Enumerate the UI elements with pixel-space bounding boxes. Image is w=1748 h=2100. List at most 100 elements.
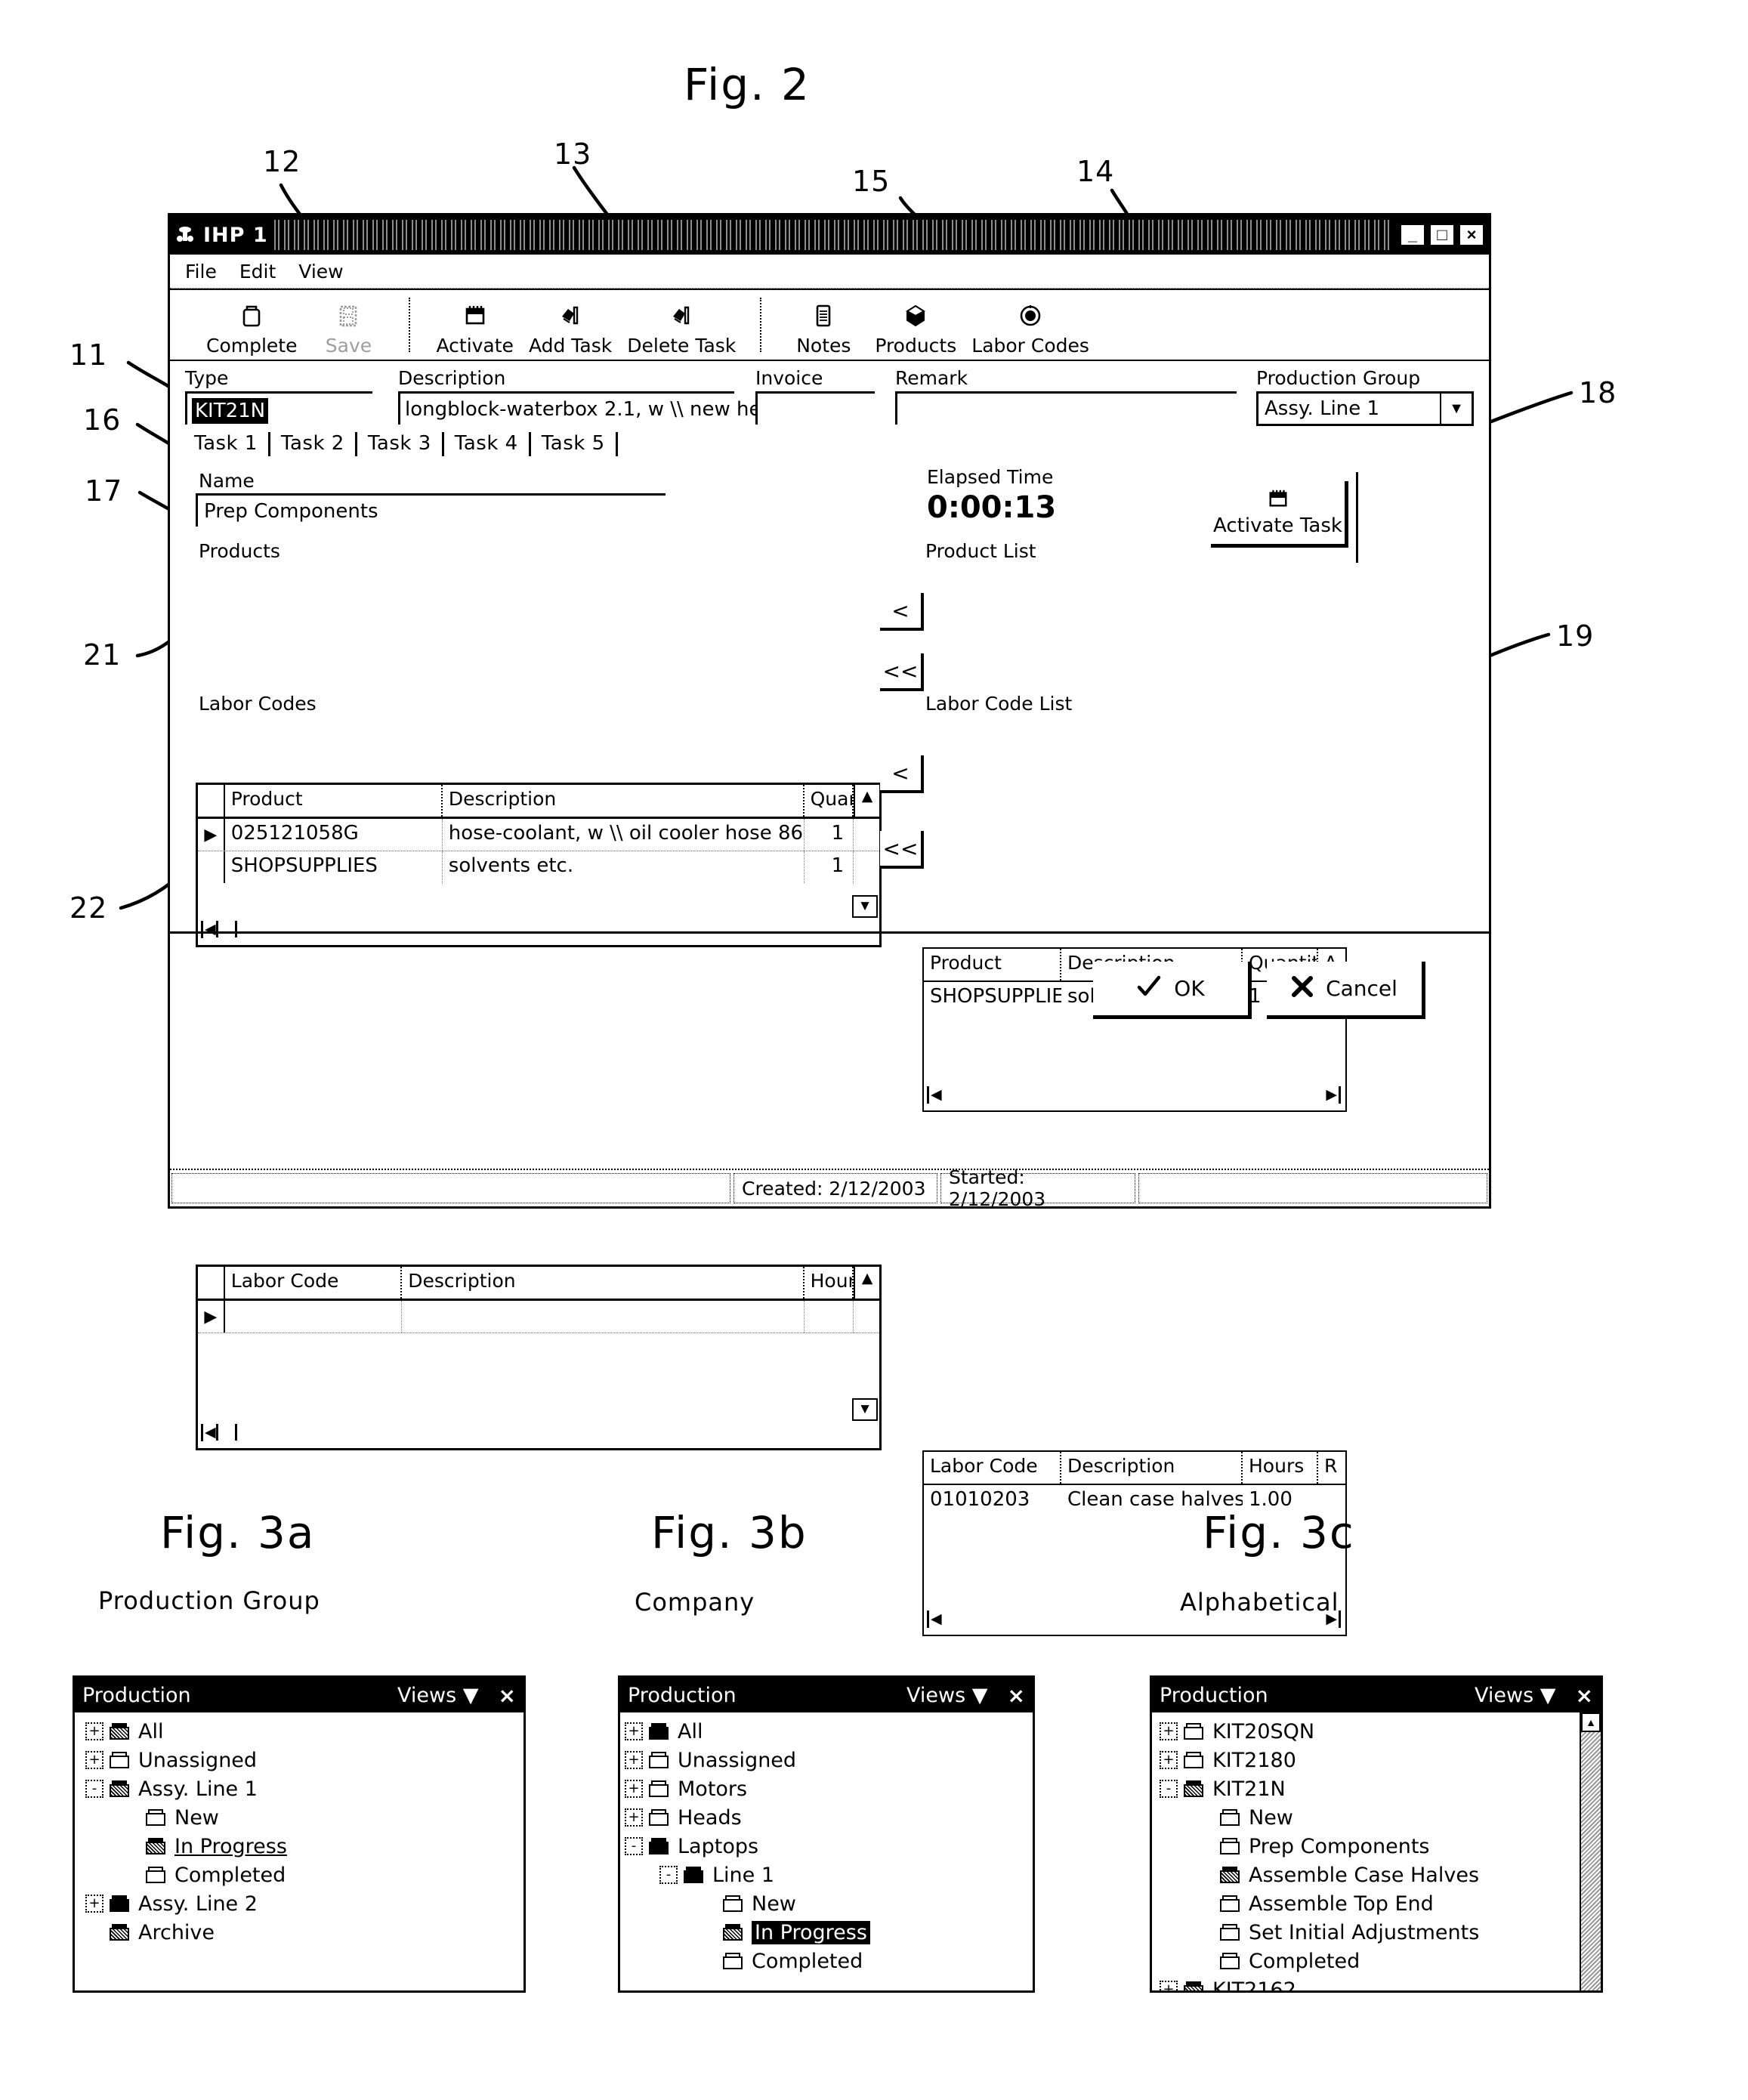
tree-node[interactable]: In Progress — [620, 1918, 1033, 1947]
labor-codes-grid-hscrollbar[interactable]: ◀ — [201, 1419, 849, 1445]
tab-task-4[interactable]: Task 4 — [444, 432, 531, 456]
scroll-up-arrow-icon[interactable]: ▲ — [1581, 1712, 1601, 1732]
tree-node[interactable]: + KIT20SQN — [1152, 1717, 1601, 1746]
views-menu-button[interactable]: Views ▼ — [397, 1684, 479, 1707]
minimize-button[interactable]: _ — [1400, 224, 1425, 246]
views-menu-button[interactable]: Views ▼ — [1475, 1684, 1556, 1707]
description-input[interactable]: longblock-waterbox 2.1, w \\ new heads — [398, 391, 795, 425]
expander-icon[interactable]: + — [1160, 1722, 1178, 1740]
scroll-left-arrow-icon[interactable]: ◀ — [927, 1610, 942, 1628]
tree-node[interactable]: Archive — [75, 1918, 523, 1947]
expander-icon[interactable]: + — [625, 1780, 643, 1798]
tree-node[interactable]: + Heads — [620, 1803, 1033, 1832]
tree-node[interactable]: In Progress — [75, 1832, 523, 1861]
expander-icon[interactable]: + — [625, 1751, 643, 1769]
tree-node[interactable]: Set Initial Adjustments — [1152, 1918, 1601, 1947]
labor-code-list-column-code[interactable]: Labor Code — [924, 1452, 1061, 1484]
toolbar-button-notes[interactable]: Notes — [780, 300, 867, 357]
tree-node[interactable]: + Motors — [620, 1774, 1033, 1803]
labor-codes-column-description[interactable]: Description — [402, 1267, 805, 1299]
toolbar-button-save[interactable]: Save — [304, 300, 392, 357]
labor-codes-grid-scroll-up[interactable]: ▲ — [854, 1267, 879, 1299]
tree-node[interactable]: + All — [620, 1717, 1033, 1746]
tree-node[interactable]: - KIT21N — [1152, 1774, 1601, 1803]
tree-node[interactable]: New — [75, 1803, 523, 1832]
tree-node[interactable]: Assemble Case Halves — [1152, 1861, 1601, 1889]
tree-node[interactable]: Assemble Top End — [1152, 1889, 1601, 1918]
scroll-left-arrow-icon[interactable]: ◀ — [201, 1423, 216, 1441]
expander-icon[interactable]: + — [1160, 1981, 1178, 1990]
labor-codes-column-code[interactable]: Labor Code — [225, 1267, 403, 1299]
maximize-button[interactable]: □ — [1429, 224, 1455, 246]
close-icon[interactable]: × — [1576, 1683, 1593, 1708]
expander-icon[interactable]: + — [85, 1751, 103, 1769]
labor-code-list-column-description[interactable]: Description — [1061, 1452, 1243, 1484]
tab-task-3[interactable]: Task 3 — [357, 432, 444, 456]
scroll-left-arrow-icon[interactable]: ◀ — [201, 920, 216, 938]
menu-item-view[interactable]: View — [298, 261, 343, 283]
expander-icon[interactable]: - — [625, 1837, 643, 1855]
labor-codes-grid[interactable]: Labor Code Description Hours ▲ ▶ ▼ ◀ — [196, 1265, 882, 1450]
table-row[interactable]: ▶ 025121058G hose-coolant, w \\ oil cool… — [198, 819, 879, 851]
toolbar-button-delete-task[interactable]: Delete Task — [619, 300, 743, 357]
product-list-column-product[interactable]: Product — [924, 949, 1061, 981]
views-menu-button[interactable]: Views ▼ — [906, 1684, 988, 1707]
tree-node[interactable]: + Unassigned — [620, 1746, 1033, 1774]
products-column-product[interactable]: Product — [225, 785, 443, 817]
transfer-product-all-button[interactable]: << — [880, 653, 924, 691]
hscroll-thumb[interactable] — [215, 921, 237, 937]
tree-node[interactable]: Completed — [75, 1861, 523, 1889]
expander-icon[interactable]: - — [659, 1866, 678, 1884]
product-list-hscrollbar[interactable]: ◀ ▶ — [927, 1082, 1341, 1107]
expander-icon[interactable]: + — [85, 1722, 103, 1740]
toolbar-button-products[interactable]: Products — [867, 300, 964, 357]
tree-node[interactable]: New — [1152, 1803, 1601, 1832]
products-grid[interactable]: Product Description Quantity ▲ ▶ 0251210… — [196, 783, 882, 947]
tree-node[interactable]: + KIT2180 — [1152, 1746, 1601, 1774]
hscroll-thumb[interactable] — [215, 1424, 237, 1441]
toolbar-button-complete[interactable]: Complete — [199, 300, 304, 357]
activate-task-button[interactable]: Activate Task — [1211, 481, 1348, 548]
close-button[interactable]: × — [1459, 224, 1484, 246]
toolbar-button-add-task[interactable]: Add Task — [521, 300, 619, 357]
scroll-right-arrow-icon[interactable]: ▶ — [1326, 1086, 1341, 1104]
expander-icon[interactable]: + — [625, 1808, 643, 1827]
tree-node[interactable]: + All — [75, 1717, 523, 1746]
tree-node[interactable]: Completed — [1152, 1947, 1601, 1975]
production-group-select[interactable]: Assy. Line 1 ▼ — [1256, 391, 1474, 426]
tab-task-2[interactable]: Task 2 — [270, 432, 357, 456]
tree-node[interactable]: + KIT2162 — [1152, 1975, 1601, 1990]
transfer-product-single-button[interactable]: < — [880, 593, 924, 631]
products-column-description[interactable]: Description — [443, 785, 805, 817]
close-icon[interactable]: × — [499, 1683, 516, 1708]
menu-item-edit[interactable]: Edit — [239, 261, 276, 283]
ok-button[interactable]: OK — [1093, 962, 1252, 1019]
products-grid-scroll-down[interactable]: ▼ — [852, 895, 878, 918]
tab-task-1[interactable]: Task 1 — [193, 432, 270, 456]
expander-icon[interactable]: - — [85, 1780, 103, 1798]
labor-code-list-column-hours[interactable]: Hours — [1243, 1452, 1318, 1484]
tab-task-5[interactable]: Task 5 — [531, 432, 618, 456]
toolbar-button-activate[interactable]: Activate — [428, 300, 520, 357]
name-input[interactable]: Prep Components — [196, 493, 666, 527]
expander-icon[interactable]: + — [1160, 1751, 1178, 1769]
transfer-labor-single-button[interactable]: < — [880, 755, 924, 793]
products-grid-hscrollbar[interactable]: ◀ — [201, 916, 849, 942]
expander-icon[interactable]: - — [1160, 1780, 1178, 1798]
tree-node[interactable]: - Laptops — [620, 1832, 1033, 1861]
labor-codes-column-hours[interactable]: Hours — [805, 1267, 854, 1299]
invoice-input[interactable] — [755, 391, 875, 425]
labor-codes-grid-scroll-down[interactable]: ▼ — [852, 1398, 878, 1421]
cancel-button[interactable]: Cancel — [1267, 962, 1425, 1019]
scroll-left-arrow-icon[interactable]: ◀ — [927, 1086, 942, 1104]
table-row[interactable]: ▶ — [198, 1301, 879, 1333]
tree-node[interactable]: - Line 1 — [620, 1861, 1033, 1889]
expander-icon[interactable]: + — [625, 1722, 643, 1740]
menu-item-file[interactable]: File — [185, 261, 217, 283]
tree-node[interactable]: - Assy. Line 1 — [75, 1774, 523, 1803]
tree-vertical-scrollbar[interactable]: ▲ — [1580, 1712, 1601, 1990]
products-column-quantity[interactable]: Quantity — [805, 785, 854, 817]
products-grid-scroll-up[interactable]: ▲ — [854, 785, 879, 817]
tree-node[interactable]: + Assy. Line 2 — [75, 1889, 523, 1918]
table-row[interactable]: SHOPSUPPLIES solvents etc. 1 — [198, 851, 879, 883]
